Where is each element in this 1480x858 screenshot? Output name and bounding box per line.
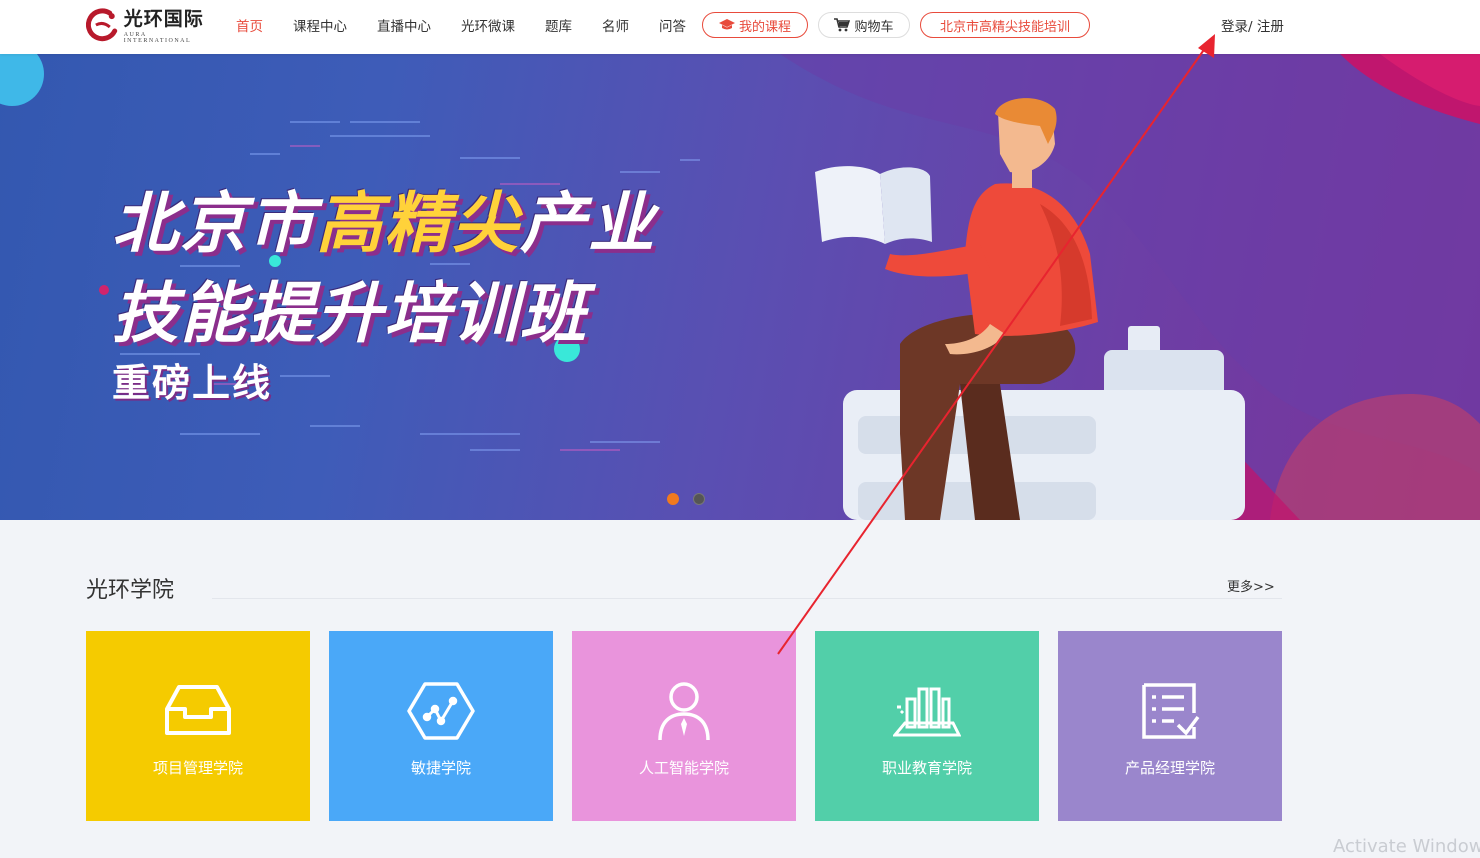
college-card-label: 敏捷学院	[410, 759, 471, 777]
my-courses-label: 我的课程	[738, 19, 791, 35]
section-title: 光环学院	[86, 578, 175, 603]
college-card-ai[interactable]: 人工智能学院	[572, 631, 796, 821]
slide-indicator-1[interactable]	[667, 493, 679, 505]
checklist-icon	[1134, 679, 1206, 743]
college-card-label: 职业教育学院	[881, 759, 972, 777]
nav-item-home[interactable]: 首页	[236, 15, 263, 35]
nav-item-teachers[interactable]: 名师	[602, 15, 629, 35]
college-card-label: 项目管理学院	[152, 759, 243, 777]
nav-item-question-bank[interactable]: 题库	[545, 15, 572, 35]
nav-item-live-center[interactable]: 直播中心	[377, 15, 431, 35]
banner-title-line2: 技能提升培训班	[112, 275, 588, 352]
nav-item-qa[interactable]: 问答	[659, 15, 686, 35]
more-link[interactable]: 更多>>	[1227, 576, 1275, 595]
graduation-cap-icon	[718, 19, 735, 31]
logo-name-cn: 光环国际	[123, 8, 204, 30]
aura-logo-icon	[86, 8, 118, 42]
nav-item-course-center[interactable]: 课程中心	[293, 15, 347, 35]
windows-activation-watermark: Activate Window	[1333, 836, 1480, 857]
my-courses-button[interactable]: 我的课程	[702, 12, 808, 38]
banner-subtitle: 重磅上线	[112, 361, 273, 405]
banner-title-highlight: 高精尖	[316, 185, 520, 262]
cart-icon	[834, 18, 851, 32]
slide-indicator-2[interactable]	[693, 493, 705, 505]
person-tie-icon	[648, 679, 720, 743]
bookshelf-icon	[891, 679, 963, 743]
college-cards: 项目管理学院 敏捷学院 人工智能学院 职业教育学院 产品经理学院	[86, 631, 1301, 821]
training-button[interactable]: 北京市高精尖技能培训	[920, 12, 1090, 38]
hero-banner[interactable]: 北京市高精尖产业 技能提升培训班 重磅上线	[0, 54, 1480, 520]
training-label: 北京市高精尖技能培训	[939, 19, 1070, 35]
college-card-agile[interactable]: 敏捷学院	[329, 631, 553, 821]
inbox-tray-icon	[162, 679, 234, 743]
site-header: 光环国际 AURA INTERNATIONAL 首页 课程中心 直播中心 光环微…	[0, 0, 1480, 54]
college-card-label: 人工智能学院	[638, 759, 729, 777]
college-card-label: 产品经理学院	[1124, 759, 1215, 777]
login-register-link[interactable]: 登录/ 注册	[1221, 15, 1284, 35]
banner-title-line1: 北京市高精尖产业	[112, 170, 656, 266]
cart-label: 购物车	[854, 19, 894, 35]
site-logo[interactable]: 光环国际 AURA INTERNATIONAL	[86, 6, 216, 46]
logo-name-en: AURA INTERNATIONAL	[123, 32, 192, 44]
banner-title-suffix: 产业	[520, 185, 656, 262]
banner-title-prefix: 北京市	[112, 185, 316, 262]
main-nav: 首页 课程中心 直播中心 光环微课 题库 名师 问答 我的课程 购物车 北京市高…	[236, 10, 1100, 40]
college-card-vocational[interactable]: 职业教育学院	[815, 631, 1039, 821]
college-card-project-management[interactable]: 项目管理学院	[86, 631, 310, 821]
section-divider	[212, 598, 1282, 599]
nav-item-micro-course[interactable]: 光环微课	[461, 15, 515, 35]
cart-button[interactable]: 购物车	[818, 12, 910, 38]
hexagon-chart-icon	[405, 679, 477, 743]
college-card-product-manager[interactable]: 产品经理学院	[1058, 631, 1282, 821]
